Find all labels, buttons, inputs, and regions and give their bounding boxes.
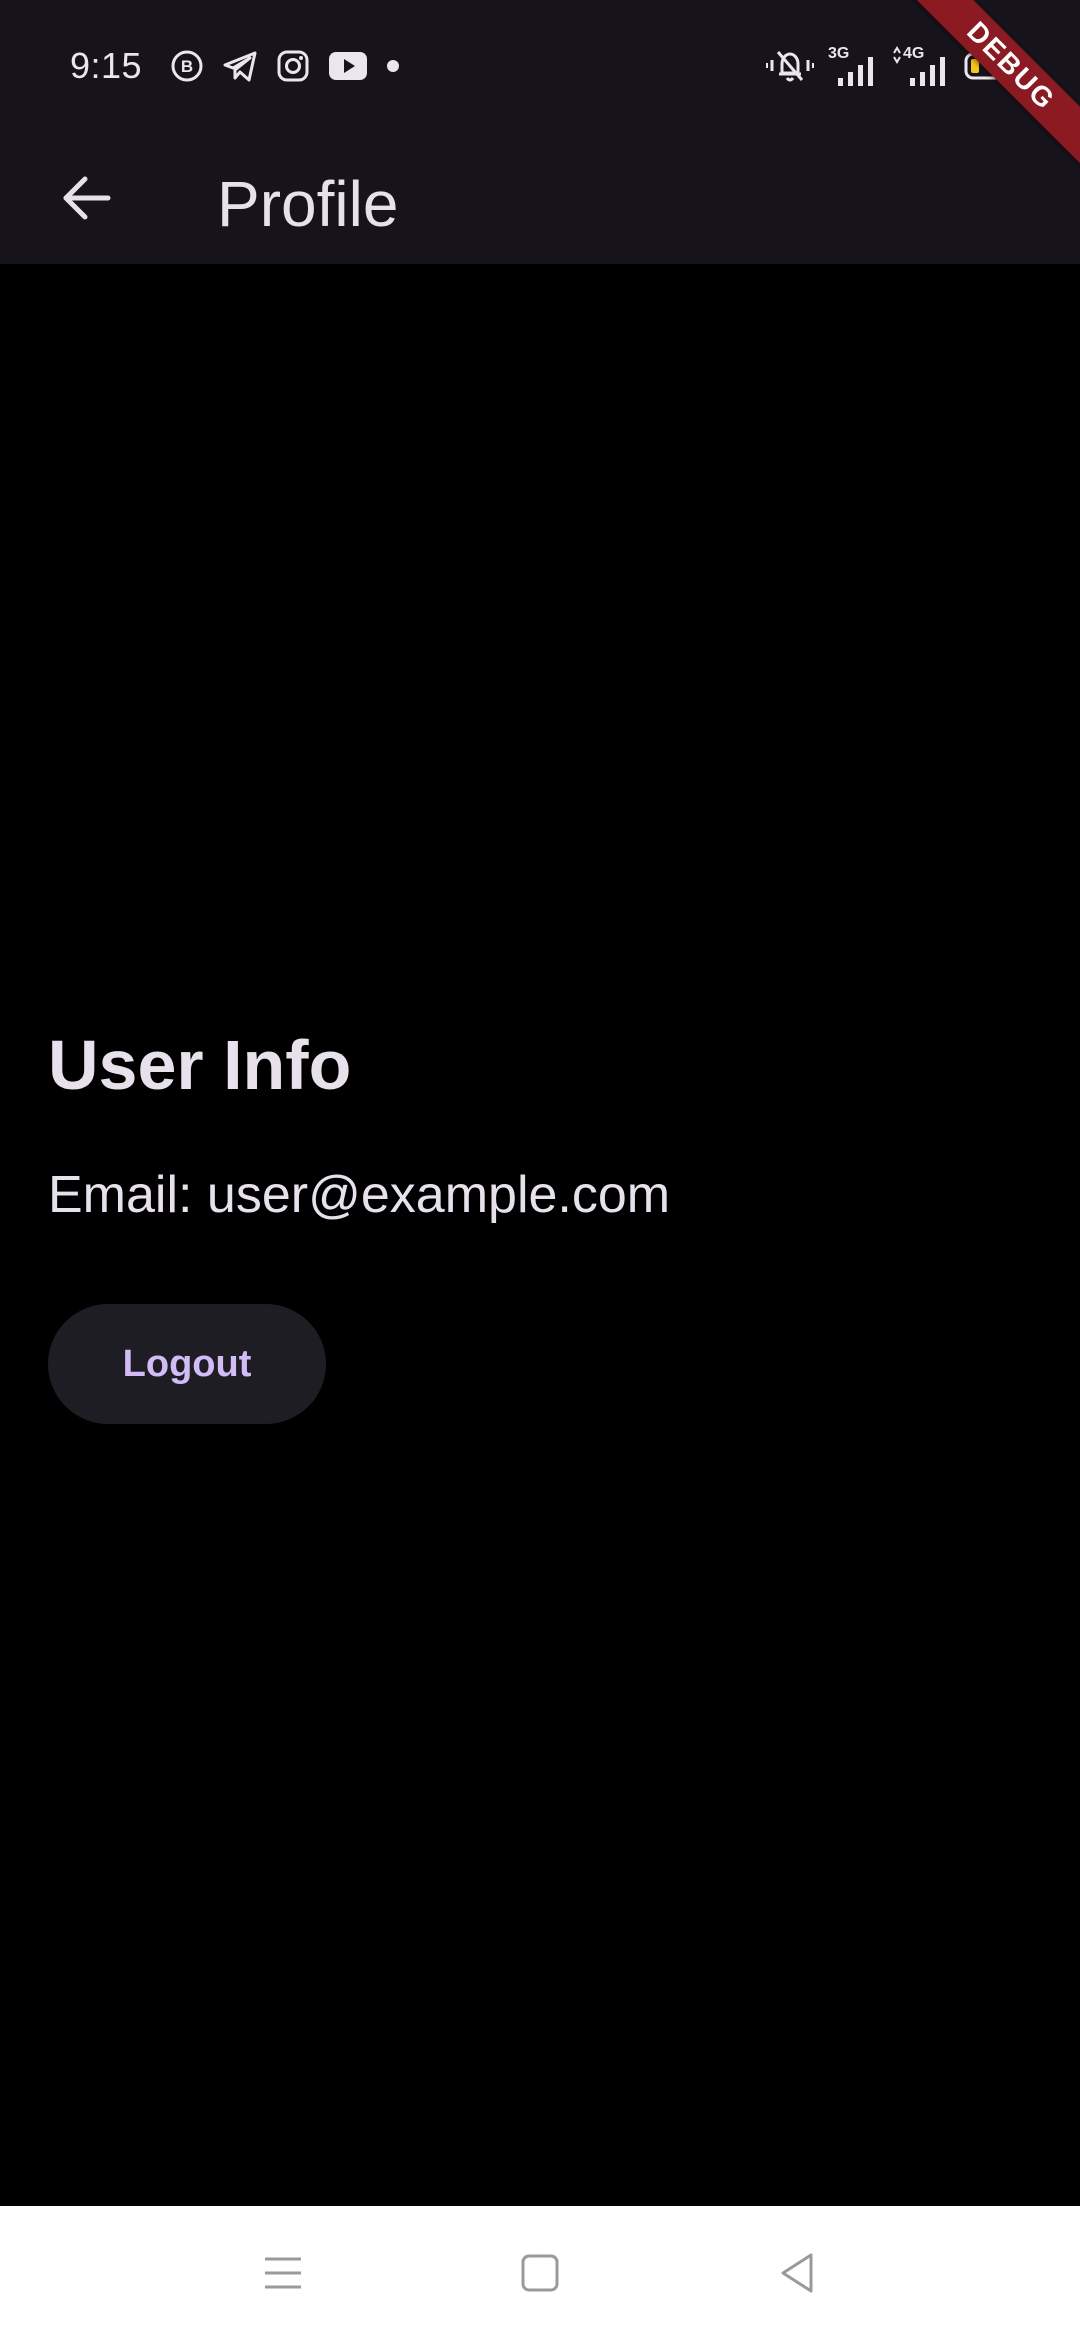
page-title: Profile: [217, 168, 399, 240]
telegram-icon: [223, 51, 257, 82]
status-bar: 9:15 B 3G 4G: [0, 0, 1080, 132]
nav-back-button[interactable]: [764, 2240, 830, 2306]
logout-button[interactable]: Logout: [48, 1304, 326, 1424]
nav-home-button[interactable]: [507, 2240, 573, 2306]
app-bar: Profile: [0, 132, 1080, 264]
menu-icon: [265, 2257, 301, 2289]
back-triangle-icon: [781, 2253, 813, 2293]
vibrate-mute-icon: [766, 51, 814, 82]
back-button[interactable]: [50, 162, 122, 234]
profile-screen: 9:15 B 3G 4G Profile DEBUG User Info Ema…: [0, 0, 1080, 2340]
instagram-icon: [277, 50, 309, 82]
signal-3g-icon: 3G: [828, 46, 878, 86]
notification-icons: B: [170, 48, 400, 84]
navigation-bar: [0, 2206, 1080, 2340]
top-chrome: 9:15 B 3G 4G Profile DEBUG: [0, 0, 1080, 264]
status-time: 9:15: [70, 45, 143, 86]
arrow-back-icon: [63, 176, 111, 220]
home-square-icon: [521, 2254, 559, 2292]
signal-4g-icon: 4G: [892, 46, 950, 86]
youtube-icon: [329, 52, 367, 80]
more-dot-icon: [387, 60, 399, 72]
email-text: Email: user@example.com: [48, 1166, 671, 1224]
nav-menu-button[interactable]: [250, 2240, 316, 2306]
business-chat-icon: B: [171, 50, 203, 82]
svg-text:B: B: [181, 57, 193, 76]
profile-content: User Info Email: user@example.com Logout: [48, 1010, 1032, 1424]
user-info-heading: User Info: [48, 1026, 352, 1104]
